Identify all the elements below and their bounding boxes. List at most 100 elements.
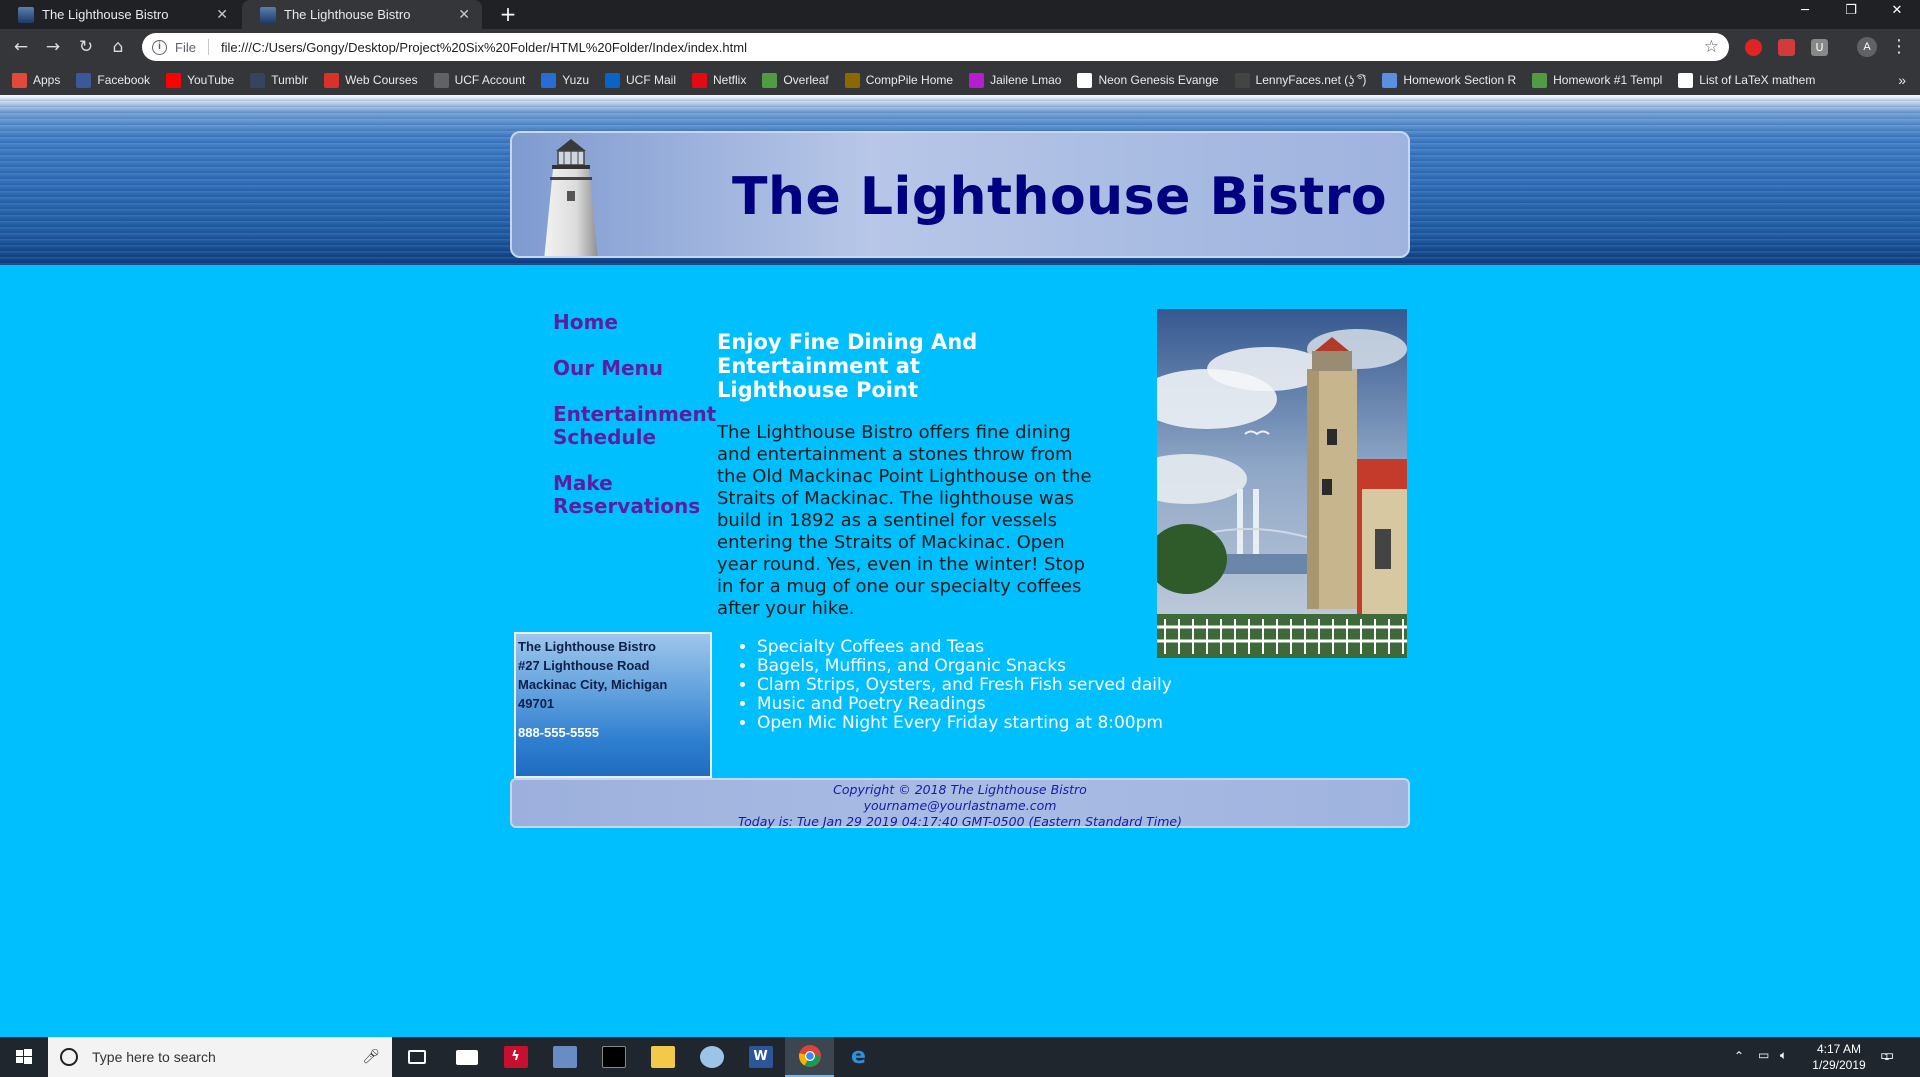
paint-icon[interactable] <box>687 1037 736 1077</box>
address-city: Mackinac City, Michigan <box>518 677 668 692</box>
site-footer: Copyright © 2018 The Lighthouse Bistro y… <box>510 778 1410 829</box>
nav-link-home[interactable]: Home <box>553 311 713 334</box>
bookmark-label: UCF Mail <box>626 73 676 87</box>
bookmark-neon-genesis-evange[interactable]: Neon Genesis Evange <box>1077 72 1219 88</box>
microphone-icon[interactable]: 🎤︎ <box>362 1048 380 1065</box>
lighthouse-favicon-icon <box>18 6 34 23</box>
bookmark-netflix[interactable]: Netflix <box>692 72 746 88</box>
windows-taskbar: Type here to search 🎤︎ ϟ W e ⌃ ▭ 🔈︎ 4:17… <box>0 1037 1920 1077</box>
browser-tab-2[interactable]: The Lighthouse Bistro ✕ <box>242 0 482 29</box>
new-tab-button[interactable]: + <box>496 3 520 27</box>
file-explorer-icon[interactable] <box>638 1037 687 1077</box>
overleaf-icon <box>762 72 778 88</box>
footer-email[interactable]: yourname@yourlastname.com <box>512 798 1408 814</box>
reload-icon[interactable]: ↻ <box>74 35 98 59</box>
bookmark-jailene-lmao[interactable]: Jailene Lmao <box>969 72 1061 88</box>
close-tab-icon[interactable]: ✕ <box>216 6 228 23</box>
extension-u-icon[interactable]: U <box>1811 39 1828 56</box>
bookmark-comppile-home[interactable]: CompPile Home <box>844 72 953 88</box>
notification-icon[interactable]: ▭1 <box>1880 1046 1894 1077</box>
main-content: Enjoy Fine Dining And Entertainment at L… <box>717 330 1127 620</box>
extension-flag-icon[interactable] <box>1778 39 1795 56</box>
bookmark-label: YouTube <box>187 73 235 87</box>
clock-date: 1/29/2019 <box>1812 1058 1866 1072</box>
homework-icon <box>1382 72 1398 88</box>
cortana-icon <box>60 1048 78 1066</box>
bookmark-label: Apps <box>33 73 61 87</box>
nav-link-entertainment-schedule[interactable]: Entertainment Schedule <box>553 403 716 449</box>
nav-link-our-menu[interactable]: Our Menu <box>553 357 713 380</box>
comppile-icon <box>844 72 860 88</box>
extension-shield-icon[interactable] <box>1745 39 1762 56</box>
terminal-icon[interactable] <box>589 1037 638 1077</box>
jailene-icon <box>969 72 985 88</box>
url-separator <box>207 39 209 55</box>
volume-icon[interactable]: 🔈︎ <box>1780 1048 1787 1077</box>
bookmark-label: Homework #1 Templ <box>1553 73 1663 87</box>
bookmark-ucf-mail[interactable]: UCF Mail <box>605 72 676 88</box>
browser-tab-1[interactable]: The Lighthouse Bistro ✕ <box>0 0 240 29</box>
address-bar[interactable]: i File file:///C:/Users/Gongy/Desktop/Pr… <box>142 33 1729 61</box>
bookmark-homework-1-templ[interactable]: Homework #1 Templ <box>1532 72 1663 88</box>
home-icon[interactable]: ⌂ <box>106 35 130 59</box>
bookmark-homework-section-r[interactable]: Homework Section R <box>1382 72 1516 88</box>
back-arrow-icon[interactable]: ← <box>9 35 33 59</box>
bookmark-label: List of LaTeX mathem <box>1699 73 1816 87</box>
task-view-icon[interactable] <box>392 1037 441 1077</box>
bookmark-facebook[interactable]: Facebook <box>76 72 151 88</box>
network-icon[interactable]: ▭ <box>1758 1048 1769 1077</box>
more-bookmarks-icon[interactable]: » <box>1898 72 1906 88</box>
footer-date: Today is: Tue Jan 29 2019 04:17:40 GMT-0… <box>738 814 1182 829</box>
bookmark-apps[interactable]: Apps <box>12 72 61 88</box>
flash-app-icon[interactable]: ϟ <box>491 1037 540 1077</box>
tumblr-icon <box>250 72 266 88</box>
youtube-icon <box>166 72 182 88</box>
profile-avatar[interactable]: A <box>1857 37 1877 57</box>
menu-kebab-icon[interactable]: ⋮ <box>1887 35 1911 59</box>
wikipedia-icon <box>1678 72 1694 88</box>
forward-arrow-icon[interactable]: → <box>41 35 65 59</box>
bookmark-youtube[interactable]: YouTube <box>166 72 235 88</box>
browser-tab-strip: The Lighthouse Bistro ✕ The Lighthouse B… <box>0 0 1920 29</box>
bookmark-label: Tumblr <box>271 73 309 87</box>
footer-copyright: Copyright © 2018 The Lighthouse Bistro <box>833 782 1087 797</box>
feature-item: Bagels, Muffins, and Organic Snacks <box>757 657 1172 676</box>
edge-icon[interactable]: e <box>834 1037 883 1077</box>
bookmark-star-icon[interactable]: ☆ <box>1704 37 1719 57</box>
features-list: Specialty Coffees and Teas Bagels, Muffi… <box>757 638 1172 733</box>
bookmark-web-courses[interactable]: Web Courses <box>324 72 418 88</box>
close-tab-icon[interactable]: ✕ <box>458 6 470 23</box>
url-text[interactable]: file:///C:/Users/Gongy/Desktop/Project%2… <box>221 40 747 55</box>
tray-chevron-icon[interactable]: ⌃ <box>1734 1049 1744 1077</box>
bookmark-label: Yuzu <box>562 73 589 87</box>
site-header: The Lighthouse Bistro <box>510 131 1410 258</box>
info-icon[interactable]: i <box>152 39 167 55</box>
tab-title: The Lighthouse Bistro <box>42 7 169 22</box>
close-window-button[interactable]: ✕ <box>1874 0 1920 29</box>
bookmark-lennyfaces-net[interactable]: LennyFaces.net (ʖ̯ ͡°) <box>1234 72 1366 88</box>
main-nav: Home Our Menu Entertainment Schedule Mak… <box>553 311 716 541</box>
bookmark-ucf-account[interactable]: UCF Account <box>433 72 525 88</box>
restore-window-button[interactable]: ❐ <box>1828 0 1874 29</box>
bookmark-label: Facebook <box>97 73 151 87</box>
bookmark-overleaf[interactable]: Overleaf <box>762 72 829 88</box>
taskbar-search-box[interactable]: Type here to search 🎤︎ <box>48 1037 392 1077</box>
word-icon[interactable]: W <box>736 1037 785 1077</box>
outlook-icon <box>605 72 620 88</box>
taskbar-clock[interactable]: 4:17 AM 1/29/2019 <box>1797 1041 1881 1073</box>
minimize-window-button[interactable]: ─ <box>1782 0 1828 29</box>
bookmarks-bar: Apps Facebook YouTube Tumblr Web Courses UCF … <box>0 65 1920 95</box>
bookmark-tumblr[interactable]: Tumblr <box>250 72 309 88</box>
network-app-icon[interactable] <box>540 1037 589 1077</box>
feature-item: Clam Strips, Oysters, and Fresh Fish ser… <box>757 676 1172 695</box>
bookmark-yuzu[interactable]: Yuzu <box>541 72 589 88</box>
lighthouse-logo-icon <box>544 139 598 256</box>
facebook-icon <box>76 72 92 88</box>
lighthouse-favicon-icon <box>260 6 276 23</box>
mail-icon[interactable] <box>442 1037 491 1077</box>
windows-start-icon[interactable] <box>0 1037 48 1077</box>
chrome-icon[interactable] <box>785 1037 834 1077</box>
taskbar-search-placeholder: Type here to search <box>92 1049 216 1065</box>
nav-link-make-reservations[interactable]: Make Reservations <box>553 472 713 518</box>
bookmark-list-of-latex-mathem[interactable]: List of LaTeX mathem <box>1678 72 1816 88</box>
